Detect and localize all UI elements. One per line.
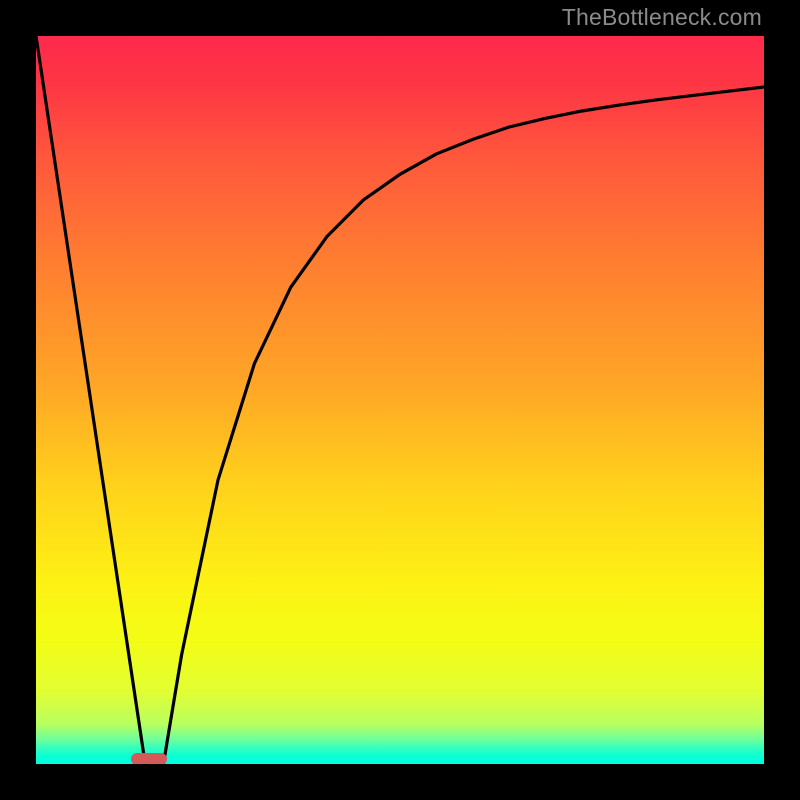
frame-border-left: [0, 0, 36, 800]
plot-area: [36, 36, 764, 764]
frame-border-right: [764, 0, 800, 800]
watermark-text: TheBottleneck.com: [562, 4, 762, 31]
curve-svg: [36, 36, 764, 764]
optimum-marker: [131, 753, 167, 764]
frame-border-bottom: [0, 764, 800, 800]
bottleneck-curve: [36, 36, 764, 764]
chart-frame: TheBottleneck.com: [0, 0, 800, 800]
